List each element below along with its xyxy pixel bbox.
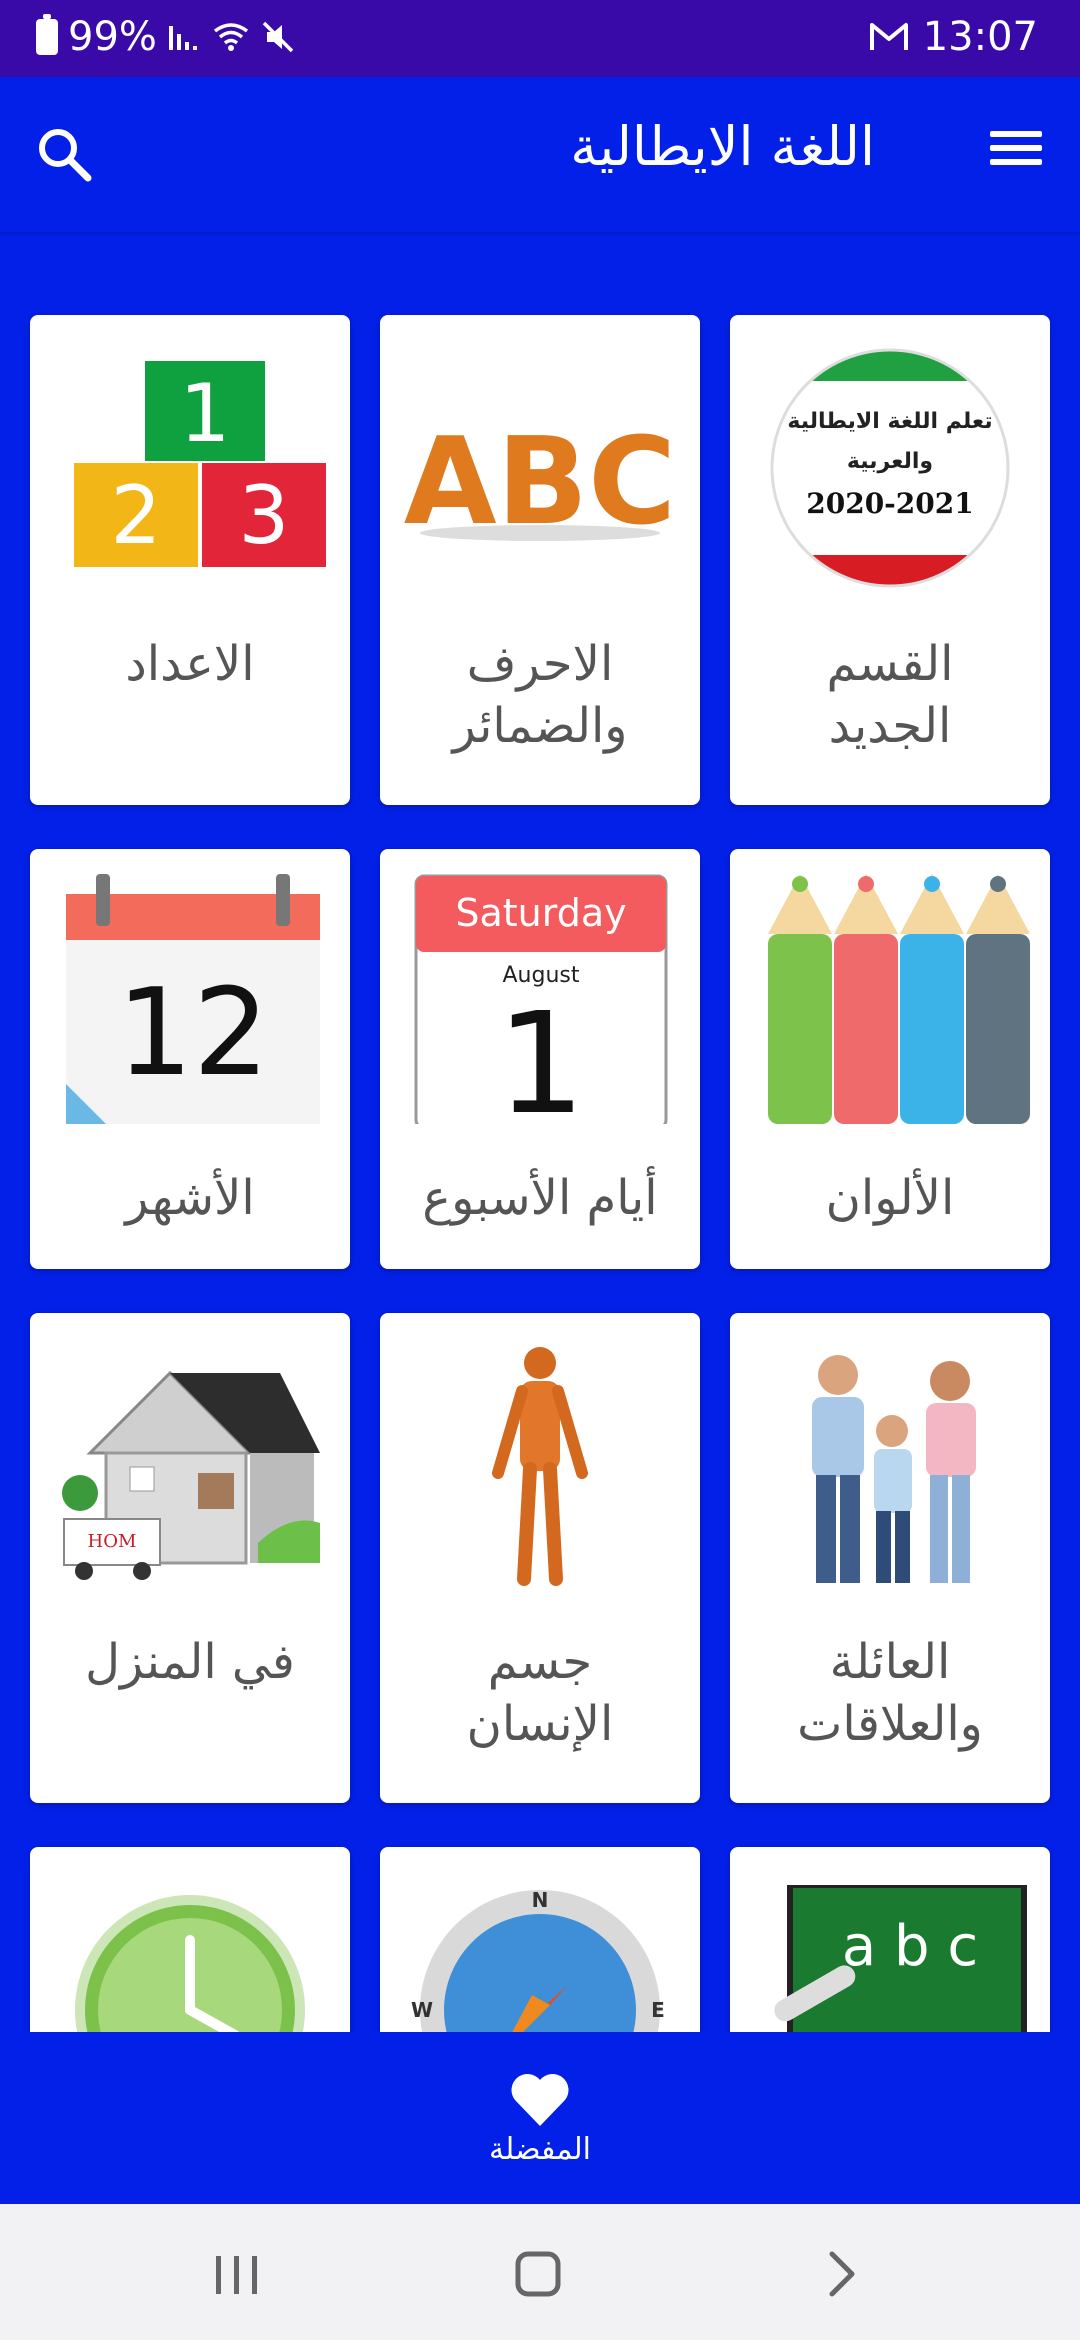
family-image (812, 1355, 976, 1583)
badge-line-2: والعربية (847, 449, 933, 474)
gmail-icon (869, 23, 908, 50)
block-digit-3: 3 (239, 469, 290, 562)
number-blocks-image: 1 2 3 (74, 361, 326, 567)
status-bar: 99% 13:07 (0, 0, 1080, 77)
recents-icon (216, 2256, 257, 2294)
chalkboard-text: a b c (842, 1914, 978, 1979)
pencils-image (768, 874, 1030, 1124)
card-label-line-1: الاحرف (466, 636, 614, 692)
chalkboard-image: a b c (774, 1885, 1027, 2032)
abc-image: ABC (404, 413, 676, 552)
card-label-line-2: والضمائر (452, 698, 628, 754)
search-icon (39, 129, 92, 182)
category-card-weekdays[interactable]: Saturday August 1 أيام الأسبوع (380, 849, 700, 1269)
calendar-day-image: Saturday August 1 (414, 874, 668, 1124)
compass-letter-w: W (411, 1998, 433, 2022)
category-card-home[interactable]: HOM في المنزل (30, 1313, 350, 1803)
signal-icon (168, 26, 197, 50)
battery-icon (36, 14, 58, 55)
wifi-icon (213, 23, 248, 51)
card-label-line-1: الأشهر (125, 1170, 255, 1226)
category-card-months[interactable]: 12 الأشهر (30, 849, 350, 1269)
house-image: HOM (62, 1370, 320, 1580)
back-icon (829, 2251, 855, 2297)
page-title: اللغة الايطالية (570, 115, 875, 178)
home-button[interactable] (505, 2244, 575, 2304)
badge-year: 2020-2021 (806, 487, 973, 520)
truck-text: HOM (88, 1531, 137, 1552)
category-card-letters[interactable]: ABC الاحرف والضمائر (380, 315, 700, 805)
calendar-day-name: Saturday (455, 891, 626, 935)
back-button[interactable] (808, 2244, 878, 2304)
card-label-line-1: في المنزل (85, 1634, 295, 1690)
category-card-numbers[interactable]: 1 2 3 الاعداد (30, 315, 350, 805)
human-body-image (492, 1347, 588, 1586)
card-label-line-1: أيام الأسبوع (422, 1170, 658, 1226)
category-card-alphabet[interactable]: a b c (730, 1847, 1050, 2032)
home-icon (515, 2251, 561, 2297)
new-section-badge-image: تعلم اللغة الايطالية والعربية 2020-2021 (770, 348, 1010, 588)
category-card-directions[interactable]: N W E (380, 1847, 700, 2032)
block-digit-1: 1 (180, 367, 231, 460)
status-left: 99% (36, 14, 295, 60)
card-label-line-1: الاعداد (125, 636, 255, 692)
category-grid: تعلم اللغة الايطالية والعربية 2020-2021 … (0, 232, 1080, 2032)
calendar-number: 12 (117, 964, 270, 1103)
bottom-nav: المفضلة (0, 2032, 1080, 2204)
card-label-line-2: الجديد (828, 698, 952, 754)
block-digit-2: 2 (111, 469, 162, 562)
clock-image (75, 1895, 305, 2032)
card-label-line-2: الإنسان (466, 1696, 614, 1752)
recents-button[interactable] (202, 2244, 272, 2304)
category-card-family[interactable]: العائلة والعلاقات (730, 1313, 1050, 1803)
favorites-label: المفضلة (488, 2132, 592, 2167)
category-card-time[interactable] (30, 1847, 350, 2032)
search-button[interactable] (32, 122, 102, 192)
card-label-line-1: جسم (487, 1634, 593, 1690)
calendar-month-image: 12 (66, 874, 320, 1124)
category-card-colors[interactable]: الألوان (730, 849, 1050, 1269)
category-card-human-body[interactable]: جسم الإنسان (380, 1313, 700, 1803)
calendar-date: 1 (496, 983, 585, 1124)
card-label-line-1: القسم (826, 636, 954, 692)
heart-icon (511, 2073, 569, 2126)
card-label-line-1: العائلة (829, 1634, 951, 1690)
app-bar: اللغة الايطالية (0, 77, 1080, 232)
compass-letter-n: N (532, 1888, 549, 1912)
compass-letter-e: E (651, 1998, 665, 2022)
mute-icon (262, 21, 294, 53)
favorites-button[interactable]: المفضلة (440, 2072, 640, 2182)
card-label-line-2: والعلاقات (797, 1696, 983, 1752)
category-card-new-section[interactable]: تعلم اللغة الايطالية والعربية 2020-2021 … (730, 315, 1050, 805)
compass-image: N W E (411, 1888, 665, 2032)
status-time: 13:07 (922, 14, 1038, 60)
badge-line-1: تعلم اللغة الايطالية (787, 409, 992, 434)
card-label-line-1: الألوان (825, 1170, 955, 1226)
system-navigation-bar (0, 2204, 1080, 2340)
battery-level: 99% (68, 14, 157, 60)
status-right: 13:07 (869, 14, 1038, 60)
abc-text: ABC (404, 413, 676, 552)
menu-button[interactable] (980, 125, 1050, 185)
